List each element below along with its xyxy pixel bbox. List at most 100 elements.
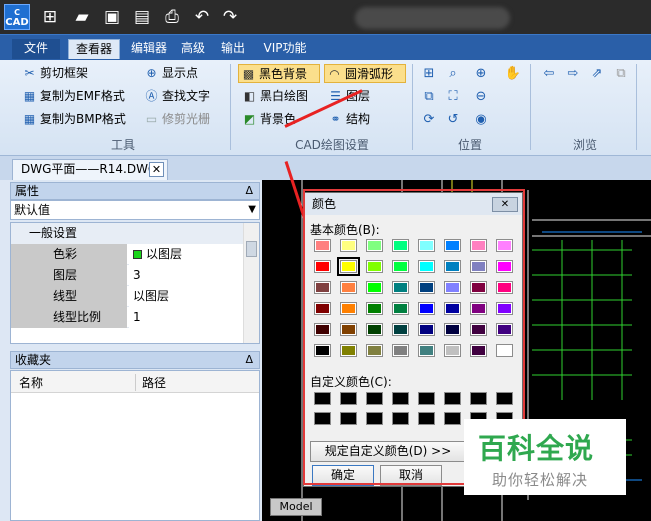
undo-icon[interactable]: ↶ (192, 7, 212, 27)
scrollbar-thumb[interactable] (246, 241, 257, 257)
copy-bmp-label: 复制为BMP格式 (40, 112, 126, 126)
forward-arrow-icon[interactable]: ⇨ (564, 65, 582, 83)
new-icon[interactable]: ⊞ (40, 7, 60, 27)
property-name: 线型比例 (11, 307, 127, 328)
save-pdf-icon[interactable]: ▤ (132, 7, 152, 27)
find-text-icon: Ⓐ (145, 89, 158, 103)
properties-header: 属性 ᐃ (10, 182, 260, 200)
document-tab-label: DWG平面——R14.DWG (21, 162, 158, 176)
group-separator (412, 64, 413, 150)
tab-viewer[interactable]: 查看器 (68, 39, 120, 59)
pan-icon[interactable]: ⊞ (420, 65, 438, 83)
black-background-label: 黑色背景 (259, 67, 308, 81)
property-value[interactable]: 3 (129, 265, 243, 286)
crosshair-icon: ⊕ (146, 66, 157, 80)
copy-emf-label: 复制为EMF格式 (40, 89, 125, 103)
export-icon[interactable]: ⇗ (588, 65, 606, 83)
black-background-icon: ▩ (242, 67, 255, 81)
trim-raster-button[interactable]: ▭ 修剪光栅 (142, 110, 210, 129)
tab-output[interactable]: 输出 (216, 39, 250, 59)
property-name: 色彩 (11, 244, 127, 265)
tab-file[interactable]: 文件 (12, 39, 60, 59)
pin-icon[interactable]: ᐃ (245, 352, 253, 368)
black-background-button[interactable]: ▩ 黑色背景 (238, 64, 320, 83)
trim-raster-label: 修剪光栅 (162, 112, 211, 126)
property-value[interactable]: 以图层 (129, 244, 243, 265)
smooth-arc-label: 圆滑弧形 (345, 67, 394, 81)
column-name[interactable]: 名称 (19, 374, 43, 391)
blurred-title (355, 7, 510, 29)
pin-icon[interactable]: ᐃ (245, 183, 253, 199)
column-path[interactable]: 路径 (135, 374, 166, 391)
chevron-down-icon: ▼ (248, 204, 256, 215)
property-row[interactable]: 线型 以图层 (11, 286, 243, 307)
zoom-extents-icon[interactable]: ⛶ (444, 88, 462, 106)
property-row[interactable]: 色彩 以图层 (11, 244, 243, 265)
redo-icon[interactable]: ↷ (220, 7, 240, 27)
properties-grid: − 一般设置 色彩 以图层 图层 3 线型 以图层 线型比例 1 (10, 222, 260, 344)
menu-bar: 文件 查看器 编辑器 高级 输出 VIP功能 (0, 34, 651, 60)
group-separator (636, 64, 637, 150)
section-general[interactable]: − 一般设置 (11, 223, 243, 244)
property-row[interactable]: 图层 3 (11, 265, 243, 286)
group-position-label: 位置 (457, 138, 482, 152)
back-arrow-icon[interactable]: ⇦ (540, 65, 558, 83)
property-name: 图层 (11, 265, 127, 286)
close-icon[interactable]: ✕ (149, 162, 164, 177)
property-value[interactable]: 以图层 (129, 286, 243, 307)
clip-frame-icon: ✂ (24, 66, 35, 80)
black-white-label: 黑白绘图 (260, 89, 309, 103)
clip-frame-label: 剪切框架 (40, 66, 89, 80)
find-text-label: 查找文字 (162, 89, 211, 103)
watermark: 百科全说 助你轻松解决 (464, 419, 626, 495)
zoom-window-icon[interactable]: ⌕ (444, 65, 462, 83)
black-white-icon: ◧ (243, 89, 256, 103)
orbit-icon[interactable]: ◉ (472, 111, 490, 129)
find-text-button[interactable]: Ⓐ 查找文字 (142, 87, 210, 106)
refresh-icon[interactable]: ↺ (444, 111, 462, 129)
print-icon[interactable]: ⎙ (162, 7, 182, 27)
structure-icon: ⚭ (330, 112, 341, 126)
favorites-title: 收藏夹 (15, 353, 52, 367)
structure-label: 结构 (346, 112, 371, 126)
bmp-icon: ▦ (23, 112, 36, 126)
hand-icon[interactable]: ✋ (504, 65, 522, 83)
save-icon[interactable]: ▣ (102, 7, 122, 27)
tab-editor[interactable]: 编辑器 (126, 39, 172, 59)
group-cad-settings-label: CAD绘图设置 (295, 138, 369, 152)
copy-bmp-button[interactable]: ▦ 复制为BMP格式 (20, 110, 126, 129)
title-bar: C CAD ⊞ ▰ ▣ ▤ ⎙ ↶ ↷ (0, 0, 651, 34)
show-points-button[interactable]: ⊕ 显示点 (142, 64, 198, 83)
fit-icon[interactable]: ⧉ (420, 88, 438, 106)
property-row[interactable]: 线型比例 1 (11, 307, 243, 328)
app-logo-text: CAD (5, 17, 29, 28)
properties-scrollbar[interactable] (243, 223, 259, 343)
smooth-arc-button[interactable]: ◠ 圆滑弧形 (324, 64, 406, 83)
rotate-icon[interactable]: ⟳ (420, 111, 438, 129)
document-tab[interactable]: DWG平面——R14.DWG ✕ (12, 159, 168, 180)
property-value[interactable]: 1 (129, 307, 243, 328)
document-tab-bar: DWG平面——R14.DWG ✕ (0, 156, 651, 180)
app-logo-letter: C (14, 8, 20, 17)
section-general-label: 一般设置 (11, 223, 243, 244)
copy-icon[interactable]: ⧉ (612, 65, 630, 83)
clip-frame-button[interactable]: ✂ 剪切框架 (20, 64, 88, 83)
copy-emf-button[interactable]: ▦ 复制为EMF格式 (20, 87, 125, 106)
tab-advanced[interactable]: 高级 (176, 39, 210, 59)
group-separator (530, 64, 531, 150)
favorites-columns: 名称 路径 (11, 371, 259, 393)
group-separator (230, 64, 231, 150)
background-color-icon: ◩ (243, 112, 256, 126)
structure-button[interactable]: ⚭ 结构 (326, 110, 370, 129)
tab-vip[interactable]: VIP功能 (258, 39, 312, 59)
trim-raster-icon: ▭ (145, 112, 158, 126)
app-logo: C CAD (4, 4, 30, 30)
properties-selector[interactable]: 默认值 ▼ (10, 200, 260, 220)
zoom-in-icon[interactable]: ⊕ (472, 65, 490, 83)
black-white-button[interactable]: ◧ 黑白绘图 (240, 87, 308, 106)
zoom-out-icon[interactable]: ⊖ (472, 88, 490, 106)
model-tab[interactable]: Model (270, 498, 322, 516)
open-icon[interactable]: ▰ (72, 7, 92, 27)
property-name: 线型 (11, 286, 127, 307)
emf-icon: ▦ (23, 89, 36, 103)
